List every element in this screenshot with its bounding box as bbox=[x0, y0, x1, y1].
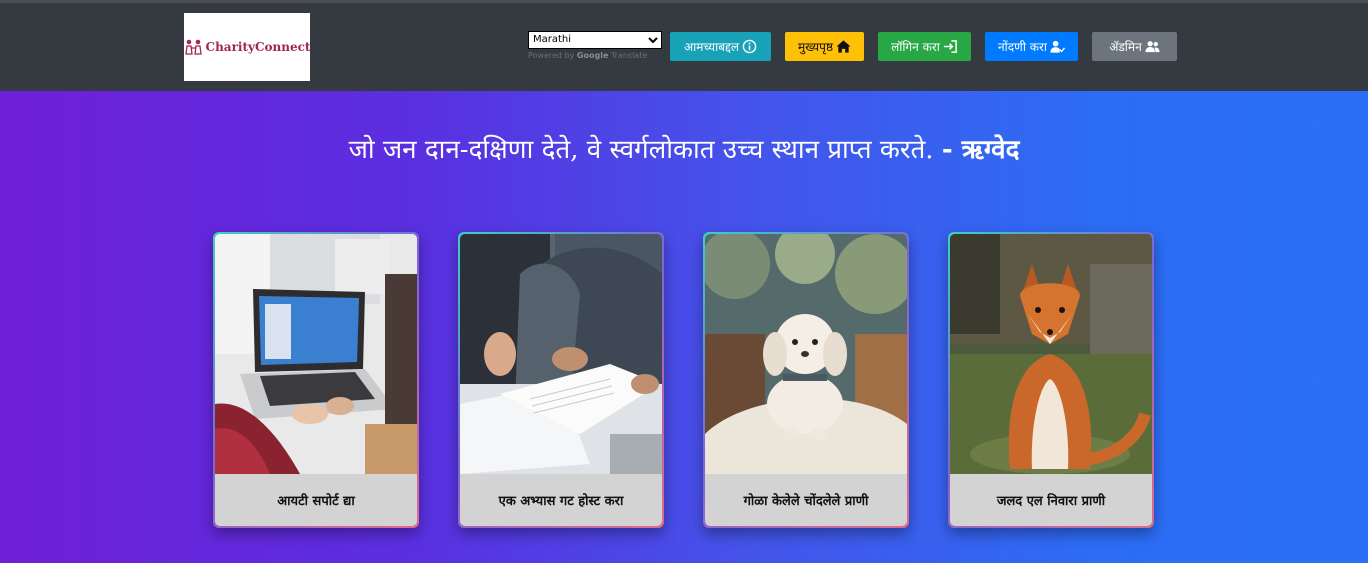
navbar: CharityConnect Marathi Powered by Google… bbox=[0, 0, 1368, 91]
logo-text: CharityConnect bbox=[205, 40, 311, 54]
white-poodle-photo bbox=[705, 234, 907, 474]
cause-card-stuffed-animals[interactable]: गोळा केलेले चोंदलेले प्राणी bbox=[703, 232, 909, 528]
home-button[interactable]: मुख्यपृष्ठ bbox=[785, 32, 864, 61]
admin-button[interactable]: ॲडमिन bbox=[1092, 32, 1177, 61]
charity-people-icon bbox=[184, 39, 202, 55]
quote-author: - ऋग्वेद bbox=[941, 135, 1020, 165]
info-circle-icon bbox=[742, 39, 757, 54]
login-label: लॉगिन करा bbox=[891, 40, 940, 54]
language-select[interactable]: Marathi bbox=[528, 30, 662, 49]
login-button[interactable]: लॉगिन करा bbox=[878, 32, 971, 61]
about-us-label: आमच्याबद्दल bbox=[683, 40, 740, 54]
hero-quote: जो जन दान-दक्षिणा देते, वे स्वर्गलोकात उ… bbox=[0, 130, 1368, 170]
powered-by-google-translate: Powered by Google Translate bbox=[528, 51, 662, 60]
sign-in-icon bbox=[943, 40, 957, 53]
admin-label: ॲडमिन bbox=[1109, 40, 1142, 54]
study-group-books-photo bbox=[460, 234, 662, 474]
card-title: आयटी सपोर्ट द्या bbox=[277, 494, 355, 509]
red-fox-photo bbox=[950, 234, 1152, 474]
laptop-typing-photo bbox=[215, 234, 417, 474]
register-label: नोंदणी करा bbox=[998, 40, 1047, 54]
card-title: एक अभ्यास गट होस्ट करा bbox=[498, 494, 624, 509]
register-button[interactable]: नोंदणी करा bbox=[985, 32, 1078, 61]
powered-suffix: Translate bbox=[610, 50, 648, 60]
quote-text: जो जन दान-दक्षिणा देते, वे स्वर्गलोकात उ… bbox=[348, 135, 934, 165]
users-icon bbox=[1145, 41, 1160, 53]
home-label: मुख्यपृष्ठ bbox=[797, 40, 834, 54]
powered-prefix: Powered by bbox=[528, 50, 575, 60]
user-check-icon bbox=[1050, 40, 1065, 53]
site-logo[interactable]: CharityConnect bbox=[184, 13, 310, 81]
google-translate-widget: Marathi Powered by Google Translate bbox=[528, 27, 662, 60]
about-us-button[interactable]: आमच्याबद्दल bbox=[670, 32, 771, 61]
cause-card-it-support[interactable]: आयटी सपोर्ट द्या bbox=[213, 232, 419, 528]
cause-card-shelter-animals[interactable]: जलद एल निवारा प्राणी bbox=[948, 232, 1154, 528]
google-brand[interactable]: Google bbox=[577, 51, 608, 60]
home-icon bbox=[836, 40, 851, 53]
card-title: गोळा केलेले चोंदलेले प्राणी bbox=[743, 494, 869, 509]
cause-card-study-group[interactable]: एक अभ्यास गट होस्ट करा bbox=[458, 232, 664, 528]
card-title: जलद एल निवारा प्राणी bbox=[996, 494, 1106, 509]
